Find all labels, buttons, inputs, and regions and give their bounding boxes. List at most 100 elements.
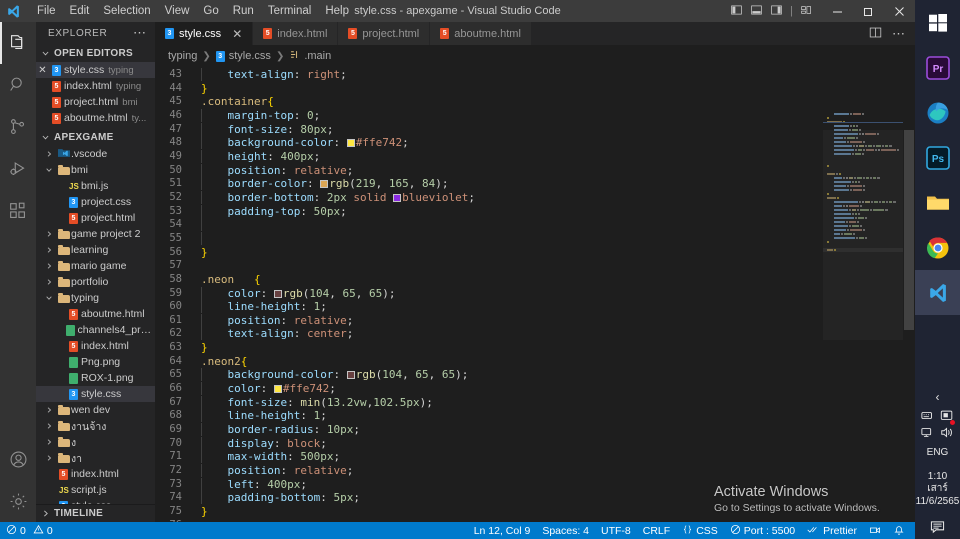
- tray-volume-icon[interactable]: [940, 426, 954, 442]
- code-line[interactable]: 63}: [155, 341, 823, 355]
- code-line[interactable]: 57: [155, 259, 823, 273]
- open-editor-item[interactable]: 5 project.html bmi: [36, 94, 155, 110]
- window-controls[interactable]: [822, 0, 915, 22]
- toggle-primary-sidebar-icon[interactable]: [730, 4, 743, 19]
- tree-file-item[interactable]: channels4_profil...: [36, 322, 155, 338]
- menu-view[interactable]: View: [158, 0, 197, 22]
- menu-help[interactable]: Help: [318, 0, 356, 22]
- tree-folder-item[interactable]: ง: [36, 434, 155, 450]
- close-button[interactable]: [884, 0, 915, 22]
- toggle-panel-icon[interactable]: [750, 4, 763, 19]
- maximize-button[interactable]: [853, 0, 884, 22]
- code-line[interactable]: 56}: [155, 246, 823, 260]
- menu-file[interactable]: File: [30, 0, 63, 22]
- status-notifications-bell-icon[interactable]: [887, 522, 911, 539]
- tray-screen-record-icon[interactable]: [940, 409, 955, 425]
- tree-file-item[interactable]: ROX-1.png: [36, 370, 155, 386]
- code-line[interactable]: 64 .neon2{: [155, 355, 823, 369]
- code-line[interactable]: 53 padding-top: 50px;: [155, 204, 823, 219]
- tray-network-icon[interactable]: [921, 426, 935, 442]
- tray-expand-chevron-icon[interactable]: ‹: [936, 386, 940, 408]
- code-content[interactable]: 43 text-align: right; 44} 45 .container{46 …: [155, 67, 823, 522]
- code-line[interactable]: 59 color: rgb(104, 65, 65);: [155, 286, 823, 301]
- editor-scrollbar[interactable]: [903, 112, 915, 522]
- tree-folder-item[interactable]: typing: [36, 290, 155, 306]
- breadcrumb-item-file[interactable]: style.css: [229, 50, 271, 62]
- tree-file-item[interactable]: Png.png: [36, 354, 155, 370]
- editor-tab[interactable]: 5 project.html: [338, 22, 431, 45]
- open-editor-item[interactable]: ✕ 3 style.css typing: [36, 62, 155, 78]
- code-line[interactable]: 49 height: 400px;: [155, 149, 823, 164]
- layout-controls[interactable]: |: [730, 4, 822, 19]
- split-editor-icon[interactable]: [869, 26, 882, 42]
- color-swatch[interactable]: [273, 385, 282, 394]
- close-editor-icon[interactable]: ✕: [36, 65, 49, 76]
- code-line[interactable]: 62 text-align: center;: [155, 327, 823, 341]
- status-indentation[interactable]: Spaces: 4: [536, 522, 595, 539]
- tray-language[interactable]: ENG: [927, 447, 949, 460]
- menu-terminal[interactable]: Terminal: [261, 0, 318, 22]
- code-line[interactable]: 51 border-color: rgb(219, 165, 84);: [155, 177, 823, 191]
- status-screencast-icon[interactable]: [863, 522, 887, 539]
- editor-tab[interactable]: 3 style.css ✕: [155, 22, 254, 45]
- code-line[interactable]: 52 border-bottom: 2px solid blueviolet;: [155, 190, 823, 205]
- code-line[interactable]: 46 margin-top: 0;: [155, 108, 823, 123]
- taskbar-premiere-pro[interactable]: Pr: [915, 45, 960, 90]
- tree-file-item[interactable]: 3style.css: [36, 386, 155, 402]
- editor-more-actions-icon[interactable]: ⋯: [892, 27, 906, 40]
- breadcrumb[interactable]: typing ❯ 3 style.css ❯ .main: [155, 45, 915, 67]
- tree-file-item[interactable]: JS bmi.js: [36, 178, 155, 194]
- tree-folder-item[interactable]: งานจ้าง: [36, 418, 155, 434]
- scrollbar-thumb[interactable]: [904, 130, 914, 330]
- customize-layout-icon[interactable]: [800, 4, 813, 19]
- tree-folder-item[interactable]: game project 2: [36, 226, 155, 242]
- activity-manage-gear-icon[interactable]: [0, 480, 36, 522]
- tree-file-item[interactable]: 5 aboutme.html: [36, 306, 155, 322]
- breadcrumb-item-symbol[interactable]: .main: [304, 50, 331, 62]
- tree-folder-item[interactable]: wen dev: [36, 402, 155, 418]
- editor-tab[interactable]: 5 index.html: [253, 22, 339, 45]
- section-open-editors[interactable]: OPEN EDITORS: [36, 44, 155, 62]
- code-line[interactable]: 48 background-color: #ffe742;: [155, 136, 823, 150]
- color-swatch[interactable]: [346, 139, 355, 148]
- code-line[interactable]: 65 background-color: rgb(104, 65, 65);: [155, 368, 823, 382]
- code-line[interactable]: 73 left: 400px;: [155, 477, 823, 492]
- status-problems[interactable]: 0 0: [0, 522, 59, 539]
- code-viewport[interactable]: 43 text-align: right; 44} 45 .container{46 …: [155, 67, 915, 522]
- tree-folder-item[interactable]: .vscode: [36, 146, 155, 162]
- code-line[interactable]: 67 font-size: min(13.2vw,102.5px);: [155, 395, 823, 410]
- status-live-server-port[interactable]: Port : 5500: [724, 522, 801, 539]
- code-line[interactable]: 43 text-align: right;: [155, 68, 823, 82]
- taskbar-photoshop[interactable]: Ps: [915, 135, 960, 180]
- menu-edit[interactable]: Edit: [63, 0, 97, 22]
- tree-folder-item[interactable]: portfolio: [36, 274, 155, 290]
- code-line[interactable]: 68 line-height: 1;: [155, 409, 823, 423]
- section-timeline[interactable]: TIMELINE: [36, 504, 155, 522]
- color-swatch[interactable]: [346, 371, 355, 380]
- taskbar-file-explorer[interactable]: [915, 180, 960, 225]
- minimap-slider[interactable]: [823, 130, 903, 340]
- code-line[interactable]: 55: [155, 231, 823, 246]
- code-line[interactable]: 69 border-radius: 10px;: [155, 423, 823, 437]
- tree-folder-item[interactable]: learning: [36, 242, 155, 258]
- tree-folder-item[interactable]: bmi: [36, 162, 155, 178]
- taskbar-start-button[interactable]: [915, 0, 960, 45]
- menu-bar[interactable]: File Edit Selection View Go Run Terminal…: [30, 0, 356, 22]
- tree-file-item[interactable]: 5 index.html: [36, 338, 155, 354]
- tray-input-icon[interactable]: [921, 409, 935, 425]
- tree-file-item[interactable]: 5 project.html: [36, 210, 155, 226]
- tree-file-item[interactable]: 5 index.html: [36, 466, 155, 482]
- code-line[interactable]: 44}: [155, 82, 823, 96]
- status-encoding[interactable]: UTF-8: [595, 522, 637, 539]
- code-line[interactable]: 74 padding-bottom: 5px;: [155, 491, 823, 505]
- taskbar-microsoft-edge[interactable]: [915, 90, 960, 135]
- status-language-mode[interactable]: CSS: [676, 522, 724, 539]
- tab-close-icon[interactable]: ✕: [232, 27, 242, 41]
- taskbar-visual-studio-code[interactable]: [915, 270, 960, 315]
- tree-file-item[interactable]: JS script.js: [36, 482, 155, 498]
- section-apexgame[interactable]: APEXGAME: [36, 128, 155, 146]
- minimize-button[interactable]: [822, 0, 853, 22]
- code-line[interactable]: 50 position: relative;: [155, 163, 823, 178]
- toggle-secondary-sidebar-icon[interactable]: [770, 4, 783, 19]
- code-line[interactable]: 75}: [155, 505, 823, 519]
